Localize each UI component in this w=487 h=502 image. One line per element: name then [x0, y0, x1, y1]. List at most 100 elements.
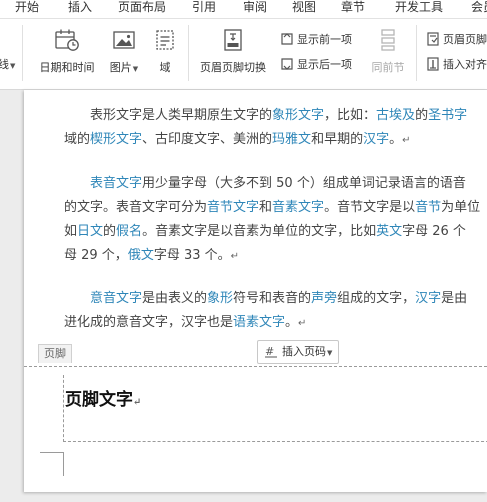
align-tab-icon: [427, 57, 439, 71]
text-line: 进化成的意音文字，汉字也是语素文字。↵: [64, 311, 487, 336]
same-as-previous-button[interactable]: 同前节: [366, 28, 410, 75]
text-run: 的: [103, 224, 117, 239]
text-run: 组成的文字，: [337, 291, 416, 306]
date-time-label: 日期和时间: [39, 61, 95, 74]
paragraph: 表音文字用少量字母（大多不到 50 个）组成单词记录语言的语音 的文字。表音文字可…: [64, 172, 487, 269]
paragraph-mark: ↵: [230, 251, 240, 262]
field-button[interactable]: 域: [150, 28, 180, 75]
header-footer-switch-button[interactable]: 页眉页脚切换: [194, 28, 272, 75]
menu-start[interactable]: 开始: [15, 0, 39, 18]
hyperlink[interactable]: 音节: [415, 200, 441, 215]
insert-page-number-button[interactable]: # 插入页码▼: [257, 340, 340, 364]
page-body[interactable]: 表形文字是人类早期原生文字的象形文字，比如：古埃及的圣书字 域的楔形文字、古印度文…: [24, 90, 487, 366]
hyperlink[interactable]: 音素文字: [272, 200, 324, 215]
text-run: 用少量字母（大多不到 50 个）组成单词记录语言的语音: [142, 176, 466, 191]
hyperlink[interactable]: 楔形文字: [90, 132, 142, 147]
text-run: 为单位: [441, 200, 481, 215]
hyperlink[interactable]: 假名: [116, 224, 142, 239]
text-run: 。音节文字是以: [324, 200, 416, 215]
text-run: 字母 26 个: [402, 224, 466, 239]
show-next-button[interactable]: 显示后一项: [280, 56, 352, 74]
calendar-clock-icon: [55, 29, 79, 51]
text-run: 进化成的意音文字，汉字也是: [64, 315, 234, 330]
chevron-down-icon: ▼: [327, 349, 333, 357]
svg-text:#: #: [265, 345, 274, 358]
partial-left-control[interactable]: 线▼: [0, 56, 15, 74]
insert-page-number-label: 插入页码: [282, 345, 326, 358]
text-run: 表形文字是人类早期原生文字的: [90, 108, 273, 123]
insert-align-tab-button[interactable]: 插入对齐: [426, 56, 487, 74]
menu-member[interactable]: 会员: [471, 0, 487, 18]
menu-developer-tools[interactable]: 开发工具: [395, 0, 443, 18]
text-run: ，比如：: [324, 108, 377, 123]
text-line: 母 29 个，俄文字母 33 个。↵: [64, 244, 487, 269]
text-run: 、古印度文字、美洲的: [142, 132, 273, 147]
text-run: 母 29 个，: [64, 248, 128, 263]
show-previous-icon: [281, 33, 293, 45]
footer-divider: [24, 366, 487, 367]
text-run: 。音素文字是以音素为单位的文字，比如: [142, 224, 377, 239]
text-line: 如日文的假名。音素文字是以音素为单位的文字，比如英文字母 26 个: [64, 220, 487, 244]
text-line: 表形文字是人类早期原生文字的象形文字，比如：古埃及的圣书字: [64, 104, 487, 128]
hyperlink[interactable]: 圣书字: [428, 108, 467, 123]
text-line: 意音文字是由表义的象形符号和表音的声旁组成的文字，汉字是由: [64, 287, 487, 311]
show-next-label: 显示后一项: [297, 58, 352, 71]
hyperlink[interactable]: 表音文字: [90, 176, 142, 191]
chevron-down-icon: ▼: [10, 62, 16, 70]
text-run: 是由表义的: [142, 291, 208, 306]
hyperlink[interactable]: 声旁: [311, 291, 337, 306]
margin-corner-mark: [63, 452, 64, 476]
text-run: 和早期的: [311, 132, 364, 147]
hyperlink[interactable]: 古埃及: [376, 108, 415, 123]
partial-left-label: 线: [0, 58, 9, 71]
menu-review[interactable]: 审阅: [243, 0, 267, 18]
text-run: 和: [259, 200, 273, 215]
ribbon-separator: [416, 25, 417, 81]
text-run: 的文字。表音文字可分为: [64, 200, 208, 215]
picture-button[interactable]: 图片▼: [104, 28, 144, 75]
hyperlink[interactable]: 英文: [376, 224, 402, 239]
ribbon-toolbar: 线▼ 日期和时间 图片▼ 域: [0, 19, 487, 90]
ribbon-separator: [188, 25, 189, 81]
show-previous-button[interactable]: 显示前一项: [280, 31, 352, 49]
hyperlink[interactable]: 意音文字: [90, 291, 142, 306]
hyperlink[interactable]: 玛雅文: [272, 132, 311, 147]
header-footer-options-icon: [427, 32, 439, 46]
text-run: 如: [64, 224, 78, 239]
show-previous-label: 显示前一项: [297, 33, 352, 46]
paragraph-mark: ↵: [298, 318, 307, 329]
text-line: 表音文字用少量字母（大多不到 50 个）组成单词记录语言的语音: [64, 172, 487, 196]
hyperlink[interactable]: 象形文字: [272, 108, 324, 123]
menu-page-layout[interactable]: 页面布局: [118, 0, 166, 18]
footer-content[interactable]: 页脚文字↵: [65, 385, 141, 410]
text-line: 的文字。表音文字可分为音节文字和音素文字。音节文字是以音节为单位: [64, 196, 487, 220]
header-footer-options-label: 页眉页脚: [443, 33, 487, 46]
menu-references[interactable]: 引用: [192, 0, 216, 18]
footer-text: 页脚文字: [65, 390, 133, 410]
hyperlink[interactable]: 音节文字: [207, 200, 259, 215]
hyperlink[interactable]: 汉字: [415, 291, 441, 306]
header-footer-options-button[interactable]: 页眉页脚: [426, 31, 487, 49]
ribbon-separator: [22, 25, 23, 81]
field-label: 域: [159, 61, 171, 74]
margin-corner-mark: [40, 452, 63, 453]
hyperlink[interactable]: 语素文字: [233, 315, 285, 330]
menu-section[interactable]: 章节: [341, 0, 365, 18]
picture-label: 图片: [109, 61, 132, 74]
menu-view[interactable]: 视图: [292, 0, 316, 18]
hyperlink[interactable]: 俄文: [128, 248, 154, 263]
hyperlink[interactable]: 日文: [77, 224, 103, 239]
document-area: 表形文字是人类早期原生文字的象形文字，比如：古埃及的圣书字 域的楔形文字、古印度文…: [0, 90, 487, 502]
menu-bar: 开始 插入 页面布局 引用 审阅 视图 章节 开发工具 会员: [0, 0, 487, 19]
hyperlink[interactable]: 象形: [207, 291, 233, 306]
date-time-button[interactable]: 日期和时间: [34, 28, 100, 75]
show-next-icon: [281, 58, 293, 70]
hyperlink[interactable]: 汉字: [363, 132, 389, 147]
chevron-down-icon: ▼: [132, 65, 139, 73]
insert-align-tab-label: 插入对齐: [443, 58, 487, 71]
text-run: 的: [415, 108, 429, 123]
menu-insert[interactable]: 插入: [68, 0, 92, 18]
paragraph-mark: ↵: [402, 135, 411, 146]
same-as-previous-label: 同前节: [371, 61, 405, 74]
paragraph: 表形文字是人类早期原生文字的象形文字，比如：古埃及的圣书字 域的楔形文字、古印度文…: [64, 104, 487, 153]
